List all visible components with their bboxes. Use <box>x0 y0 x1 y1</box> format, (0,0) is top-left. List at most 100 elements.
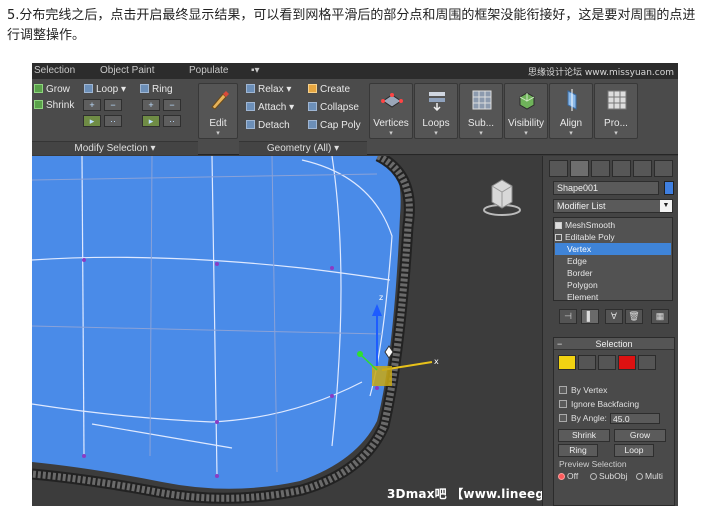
geometry-group-label[interactable]: Geometry (All) ▾ <box>239 141 367 155</box>
tab-options[interactable]: ▪▾ <box>251 65 260 76</box>
edit-icon <box>211 91 229 110</box>
stack-item-edge[interactable]: Edge <box>555 255 671 267</box>
cap-poly-button[interactable]: Cap Poly <box>308 120 361 131</box>
relax-button[interactable]: Relax ▾ <box>246 84 291 95</box>
attach-icon <box>246 102 255 111</box>
polygon-mode-icon[interactable] <box>618 355 636 370</box>
detach-icon <box>246 120 255 129</box>
remove-modifier-icon[interactable]: 🗑 <box>625 309 643 324</box>
create-icon <box>308 84 317 93</box>
relax-icon <box>246 84 255 93</box>
edge-mode-icon[interactable] <box>578 355 596 370</box>
motion-panel-icon[interactable] <box>612 160 631 177</box>
by-vertex-checkbox[interactable]: By Vertex <box>559 385 607 395</box>
stack-item-border[interactable]: Border <box>555 267 671 279</box>
utilities-panel-icon[interactable] <box>654 160 673 177</box>
loop-button-panel[interactable]: Loop <box>614 444 654 457</box>
ignore-backfacing-checkbox[interactable]: Ignore Backfacing <box>559 399 639 409</box>
stack-item-vertex[interactable]: Vertex <box>555 243 671 255</box>
preview-subobj-radio[interactable]: SubObj <box>590 471 627 481</box>
modify-selection-group-label[interactable]: Modify Selection ▾ <box>32 141 198 155</box>
modifier-stack: MeshSmooth Editable Poly Vertex Edge Bor… <box>553 217 673 303</box>
by-angle-checkbox[interactable]: By Angle: <box>559 413 607 423</box>
preview-selection-label: Preview Selection <box>559 459 627 469</box>
loop-button[interactable]: Loop ▾ <box>84 84 126 95</box>
create-button[interactable]: Create <box>308 84 350 95</box>
align-button[interactable]: Align ▾ <box>549 83 593 139</box>
lightbulb-icon[interactable] <box>555 222 562 229</box>
collapse-button[interactable]: Collapse <box>308 102 359 113</box>
max-screenshot: Selection Object Paint Populate ▪▾ 思缘设计论… <box>32 63 678 506</box>
loops-button[interactable]: Loops ▾ <box>414 83 458 139</box>
grow-icon <box>34 84 43 93</box>
loop-add-button[interactable]: + <box>83 99 101 111</box>
create-panel-icon[interactable] <box>549 160 568 177</box>
shrink-button[interactable]: Shrink <box>558 429 610 442</box>
viewcube-icon <box>483 179 521 216</box>
command-panel: Shape001 Modifier List ▼ MeshSmooth Edit… <box>542 156 678 506</box>
ring-dot-button[interactable]: ·· <box>163 115 181 127</box>
grow-button[interactable]: Grow <box>34 84 70 95</box>
selection-rollout-title[interactable]: − Selection <box>554 338 674 350</box>
loop-step-button[interactable]: ▸ <box>83 115 101 127</box>
display-panel-icon[interactable] <box>633 160 652 177</box>
ring-add-button[interactable]: + <box>142 99 160 111</box>
stack-tool-row: ⊣ ▌ ∀ 🗑 ▦ <box>553 309 673 325</box>
ring-button-panel[interactable]: Ring <box>558 444 598 457</box>
tab-object-paint[interactable]: Object Paint <box>100 65 154 76</box>
svg-text:x: x <box>434 357 439 366</box>
properties-button[interactable]: Pro... ▾ <box>594 83 638 139</box>
ring-icon <box>140 84 149 93</box>
attach-button[interactable]: Attach ▾ <box>246 102 294 113</box>
svg-text:z: z <box>379 293 383 302</box>
object-color-swatch[interactable] <box>664 181 674 195</box>
align-icon <box>567 89 577 111</box>
modifier-list-dropdown[interactable]: Modifier List ▼ <box>553 199 673 213</box>
expand-icon[interactable] <box>555 234 562 241</box>
preview-multi-radio[interactable]: Multi <box>636 471 663 481</box>
stack-item-meshsmooth[interactable]: MeshSmooth <box>555 219 671 231</box>
vertex-mode-icon[interactable] <box>558 355 576 370</box>
subdivision-button[interactable]: Sub... ▾ <box>459 83 503 139</box>
angle-spinner[interactable]: 45.0 <box>610 413 660 424</box>
forum-watermark: 思缘设计论坛 www.missyuan.com <box>528 68 674 78</box>
ring-remove-button[interactable]: − <box>163 99 181 111</box>
preview-off-radio[interactable]: Off <box>558 471 578 481</box>
tutorial-caption: 5.分布完线之后，点击开启最终显示结果，可以看到网格平滑后的部分点和周围的框架没… <box>7 8 696 43</box>
command-panel-tabs <box>549 160 675 178</box>
visibility-button[interactable]: Visibility ▾ <box>504 83 548 139</box>
vertices-button[interactable]: Vertices ▾ <box>369 83 413 139</box>
detach-button[interactable]: Detach <box>246 120 290 131</box>
tab-populate[interactable]: Populate <box>189 65 228 76</box>
element-mode-icon[interactable] <box>638 355 656 370</box>
pin-stack-icon[interactable]: ⊣ <box>559 309 577 324</box>
border-mode-icon[interactable] <box>598 355 616 370</box>
grow-button-panel[interactable]: Grow <box>614 429 666 442</box>
object-name-field[interactable]: Shape001 <box>553 181 659 195</box>
chevron-down-icon: ▼ <box>660 200 672 212</box>
loop-remove-button[interactable]: − <box>104 99 122 111</box>
hierarchy-panel-icon[interactable] <box>591 160 610 177</box>
stack-item-polygon[interactable]: Polygon <box>555 279 671 291</box>
ring-step-button[interactable]: ▸ <box>142 115 160 127</box>
subdivision-icon <box>472 90 492 110</box>
shrink-button[interactable]: Shrink <box>34 100 74 111</box>
loops-icon <box>429 92 445 111</box>
stack-item-element[interactable]: Element <box>555 291 671 303</box>
modify-panel-icon[interactable] <box>570 160 589 177</box>
loop-icon <box>84 84 93 93</box>
edit-button[interactable]: Edit ▾ <box>198 83 238 139</box>
stack-item-editable-poly[interactable]: Editable Poly <box>555 231 671 243</box>
ribbon-tab-strip: Selection Object Paint Populate ▪▾ 思缘设计论… <box>32 63 678 79</box>
make-unique-icon[interactable]: ∀ <box>605 309 623 324</box>
ribbon-panel: Grow Shrink Loop ▾ + − ▸ ·· Ring + − ▸ ·… <box>32 79 678 155</box>
shrink-icon <box>34 100 43 109</box>
tab-selection[interactable]: Selection <box>34 65 75 76</box>
visibility-icon <box>519 92 535 110</box>
show-end-result-icon[interactable]: ▌ <box>581 309 599 324</box>
loop-dot-button[interactable]: ·· <box>104 115 122 127</box>
ring-button[interactable]: Ring <box>140 84 173 95</box>
perspective-viewport[interactable]: z x 3Dmax吧 【www.lineeg.com/tieba/1771】 <box>32 156 668 506</box>
selection-rollout: − Selection By Vertex Ignore Backfacing B… <box>553 337 675 506</box>
configure-sets-icon[interactable]: ▦ <box>651 309 669 324</box>
